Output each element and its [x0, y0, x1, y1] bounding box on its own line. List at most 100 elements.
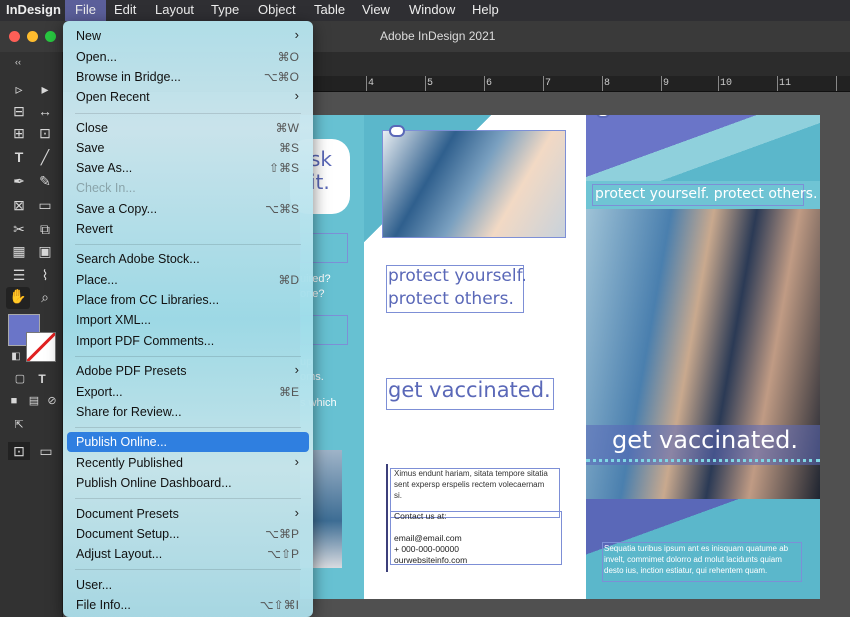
- menu-item-revert[interactable]: Revert: [63, 219, 313, 239]
- menu-item-publish-online-dashboard[interactable]: Publish Online Dashboard...: [63, 473, 313, 493]
- collapse-panel-icon[interactable]: ‹‹: [8, 53, 28, 71]
- menu-item-save-as[interactable]: Save As... ⇧⌘S: [63, 158, 313, 178]
- shortcut-label: ⌘S: [278, 141, 299, 155]
- menu-item-adobe-pdf-presets[interactable]: Adobe PDF Presets ›: [63, 361, 313, 381]
- link-icon[interactable]: [389, 125, 405, 137]
- ruler-label: 8: [604, 78, 611, 89]
- pencil-tool-icon[interactable]: ✎: [35, 172, 55, 190]
- stroke-swatch[interactable]: [26, 332, 56, 362]
- default-colors-icon[interactable]: ◧: [6, 348, 26, 366]
- content-collector-icon[interactable]: ⊞: [9, 124, 29, 142]
- pen-tool-icon[interactable]: ✒: [9, 172, 29, 190]
- free-transform-tool-icon[interactable]: ⧉: [35, 220, 55, 238]
- apply-color-icon[interactable]: ■: [4, 392, 24, 410]
- menu-item-browse-in-bridge[interactable]: Browse in Bridge... ⌥⌘O: [63, 67, 313, 87]
- menu-type[interactable]: Type: [211, 2, 239, 17]
- formatting-text-icon[interactable]: T: [32, 370, 52, 388]
- page-tool-icon[interactable]: ⊟: [9, 102, 29, 120]
- menu-item-place-from-cc-libraries[interactable]: Place from CC Libraries...: [63, 290, 313, 310]
- menu-item-new[interactable]: New ›: [63, 26, 313, 46]
- brochure-panel-middle[interactable]: protect yourself. protect others. get va…: [364, 115, 586, 599]
- shortcut-label: ⌥⌘P: [265, 527, 299, 541]
- ruler-label: 7: [545, 78, 552, 89]
- menu-item-import-xml[interactable]: Import XML...: [63, 310, 313, 330]
- contact-heading: Contact us at:: [394, 511, 447, 521]
- direct-selection-tool-icon[interactable]: ▸: [35, 80, 55, 98]
- menu-view[interactable]: View: [362, 2, 390, 17]
- formatting-container-icon[interactable]: ▢: [10, 370, 30, 388]
- line-tool-icon[interactable]: ╱: [35, 148, 55, 166]
- zoom-window-button[interactable]: [45, 31, 56, 42]
- menu-help[interactable]: Help: [472, 2, 499, 17]
- menu-item-user[interactable]: User...: [63, 575, 313, 595]
- menu-edit[interactable]: Edit: [114, 2, 136, 17]
- shortcut-label: ⌥⌘S: [265, 202, 299, 216]
- chevron-right-icon: ›: [294, 505, 299, 520]
- big-cta-text: get vaccinated.: [612, 426, 798, 454]
- menu-item-export[interactable]: Export... ⌘E: [63, 382, 313, 402]
- app-menu[interactable]: InDesign: [6, 2, 61, 17]
- ruler-tick: [366, 76, 367, 91]
- menu-item-close[interactable]: Close ⌘W: [63, 118, 313, 138]
- normal-view-icon[interactable]: ⊡: [8, 442, 30, 460]
- gradient-feather-tool-icon[interactable]: ▣: [35, 242, 55, 260]
- content-placer-icon[interactable]: ⊡: [35, 124, 55, 142]
- menu-item-save[interactable]: Save ⌘S: [63, 138, 313, 158]
- menu-item-document-presets[interactable]: Document Presets ›: [63, 504, 313, 524]
- type-tool-icon[interactable]: T: [9, 148, 29, 166]
- close-window-button[interactable]: [9, 31, 20, 42]
- menu-item-recently-published[interactable]: Recently Published ›: [63, 453, 313, 473]
- shortcut-label: ⇧⌘S: [268, 161, 299, 175]
- menu-item-label: Share for Review...: [76, 405, 182, 419]
- menu-table[interactable]: Table: [314, 2, 345, 17]
- menu-item-label: Browse in Bridge...: [76, 70, 181, 84]
- menu-file[interactable]: File: [65, 0, 106, 21]
- menu-item-search-adobe-stock[interactable]: Search Adobe Stock...: [63, 249, 313, 269]
- menu-item-place[interactable]: Place... ⌘D: [63, 270, 313, 290]
- hand-tool-icon[interactable]: ✋: [6, 287, 30, 309]
- menu-item-open[interactable]: Open... ⌘O: [63, 47, 313, 67]
- banner-text: protect yourself. protect others.: [595, 186, 818, 202]
- note-tool-icon[interactable]: ☰: [9, 266, 29, 284]
- none-stroke-line: [27, 333, 55, 361]
- zoom-tool-icon[interactable]: ⌕: [35, 288, 55, 306]
- chevron-right-icon: ›: [294, 362, 299, 377]
- menu-item-publish-online[interactable]: Publish Online...: [67, 432, 309, 452]
- menu-window[interactable]: Window: [409, 2, 455, 17]
- brochure-panel-right[interactable]: protect yourself. protect others. get va…: [586, 115, 820, 599]
- apply-none-icon[interactable]: ⊘: [42, 392, 62, 410]
- preview-mode-icon[interactable]: ▭: [36, 442, 56, 460]
- menu-item-file-info[interactable]: File Info... ⌥⇧⌘I: [63, 595, 313, 615]
- menu-item-save-a-copy[interactable]: Save a Copy... ⌥⌘S: [63, 199, 313, 219]
- scissors-tool-icon[interactable]: ✂: [9, 220, 29, 238]
- ruler-label: 11: [779, 78, 792, 89]
- menu-item-label: Publish Online...: [76, 435, 168, 449]
- menu-separator: [75, 569, 301, 570]
- menu-item-document-setup[interactable]: Document Setup... ⌥⌘P: [63, 524, 313, 544]
- eyedropper-tool-icon[interactable]: ⌇: [35, 266, 55, 284]
- apply-gradient-icon[interactable]: ▤: [24, 392, 44, 410]
- gap-tool-icon[interactable]: ↔: [35, 102, 55, 120]
- menu-object[interactable]: Object: [258, 2, 296, 17]
- vaccination-photo[interactable]: [382, 130, 566, 238]
- menu-item-label: File Info...: [76, 598, 131, 612]
- gradient-swatch-tool-icon[interactable]: ▦: [9, 242, 29, 260]
- chevron-right-icon: ›: [294, 27, 299, 42]
- rectangle-tool-icon[interactable]: ▭: [35, 196, 55, 214]
- menu-item-label: Open...: [76, 50, 117, 64]
- ruler-label: 6: [486, 78, 493, 89]
- body-text: Ximus endunt hariam, sitata tempore sita…: [394, 469, 548, 500]
- minimize-window-button[interactable]: [27, 31, 38, 42]
- ruler-tick: [836, 76, 837, 91]
- menu-item-label: Check In...: [76, 181, 136, 195]
- screen-mode-icon[interactable]: ⇱: [9, 416, 29, 434]
- menu-item-adjust-layout[interactable]: Adjust Layout... ⌥⇧P: [63, 544, 313, 564]
- menu-item-import-pdf-comments[interactable]: Import PDF Comments...: [63, 331, 313, 351]
- menu-item-share-for-review[interactable]: Share for Review...: [63, 402, 313, 422]
- menu-layout[interactable]: Layout: [155, 2, 194, 17]
- menu-item-open-recent[interactable]: Open Recent ›: [63, 87, 313, 107]
- selection-tool-icon[interactable]: ▹: [9, 80, 29, 98]
- rectangle-frame-tool-icon[interactable]: ⊠: [9, 196, 29, 214]
- menu-separator: [75, 113, 301, 114]
- menu-item-label: Open Recent: [76, 90, 150, 104]
